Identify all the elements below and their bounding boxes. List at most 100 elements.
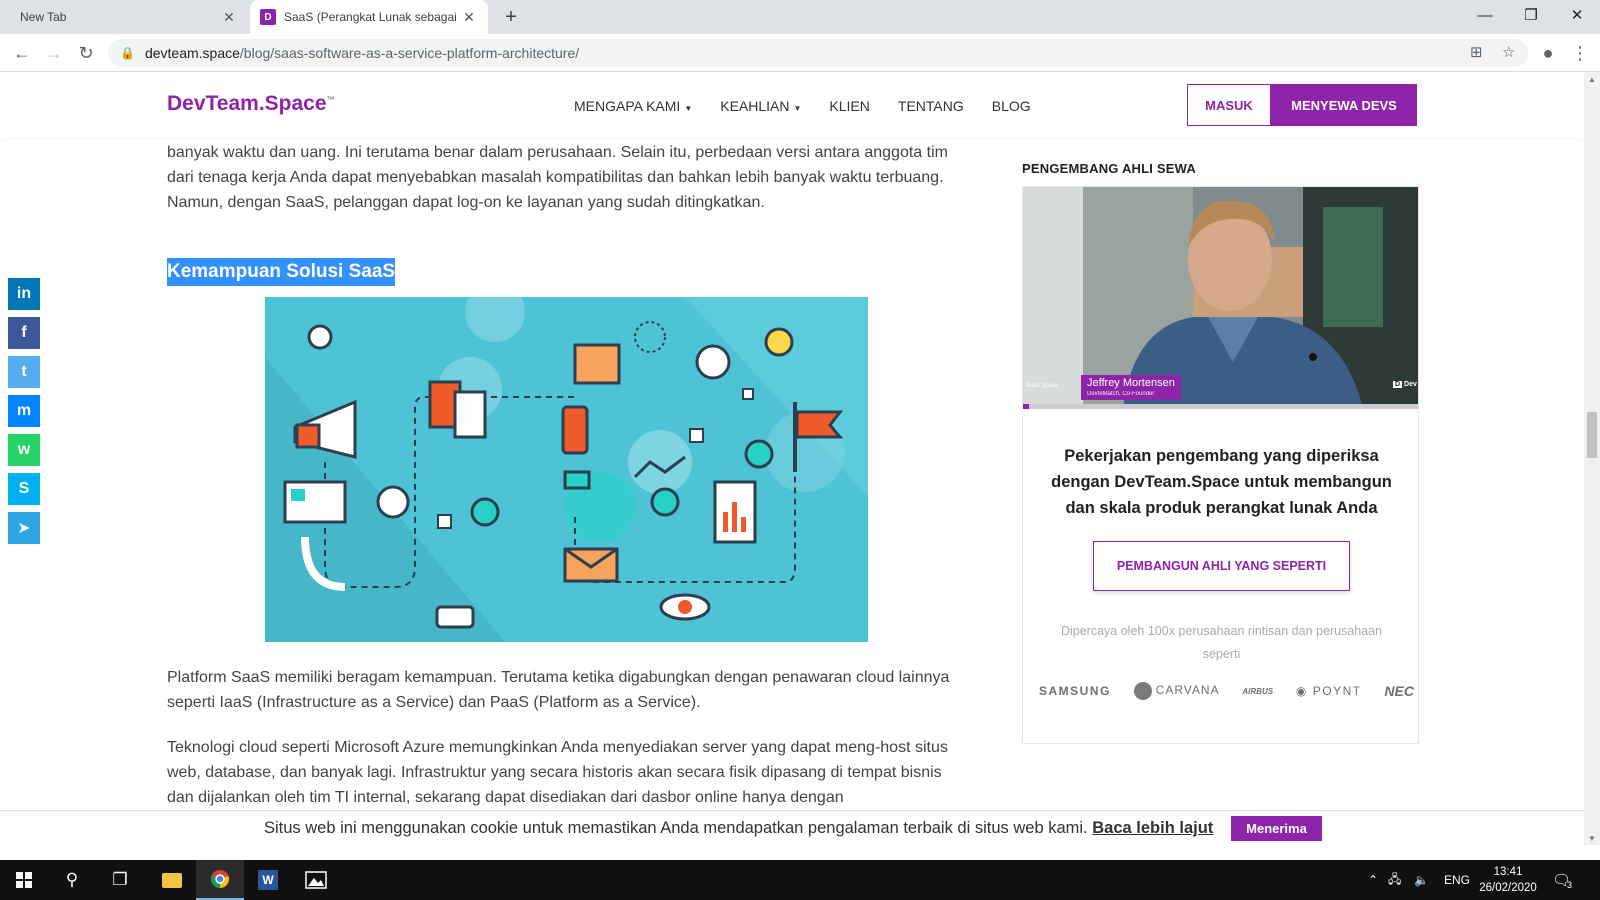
article-paragraph: Teknologi cloud seperti Microsoft Azure … <box>167 739 948 806</box>
logo-trademark: ™ <box>326 95 335 104</box>
bookmark-star-icon[interactable]: ☆ <box>1502 43 1515 61</box>
notifications-icon[interactable]: 🗨 3 <box>1552 860 1572 900</box>
brand-logo-nec: NEC <box>1384 683 1414 699</box>
speaker-name-tag: Jeffrey Mortensen DevteMatch, Co-Founder <box>1081 375 1181 400</box>
back-arrow-icon[interactable]: ← <box>8 39 36 67</box>
page-scrollbar[interactable]: ▲ ▼ <box>1584 72 1600 845</box>
video-brand-text: Dev <box>1404 381 1417 388</box>
main-nav: MENGAPA KAMI ▼ KEAHLIAN ▼ KLIEN TENTANG BL… <box>574 98 1059 114</box>
scroll-up-icon[interactable]: ▲ <box>1584 72 1600 86</box>
scrollbar-thumb[interactable] <box>1587 412 1597 458</box>
notification-count: 3 <box>1567 880 1573 890</box>
task-view-icon[interactable]: ❐ <box>96 860 144 900</box>
translate-icon[interactable]: ⊞ <box>1470 43 1483 61</box>
profile-avatar-icon[interactable]: ● <box>1534 39 1562 67</box>
minimize-icon[interactable]: — <box>1462 0 1508 30</box>
section-heading: Kemampuan Solusi SaaS <box>167 258 396 286</box>
nav-item-tentang[interactable]: TENTANG <box>898 98 964 114</box>
nav-label: BLOG <box>991 98 1031 114</box>
video-progress-bar[interactable] <box>1023 404 1418 409</box>
word-glyph: W <box>258 870 278 890</box>
system-clock[interactable]: 13:41 26/02/2020 <box>1476 864 1540 896</box>
video-brand-left: Team.Space <box>1025 383 1059 389</box>
new-tab-plus-icon[interactable]: + <box>498 4 524 30</box>
tab-title: SaaS (Perangkat Lunak sebagai L <box>284 10 458 24</box>
url-path: /blog/saas-software-as-a-service-platfor… <box>239 45 580 61</box>
page-viewport: DevTeam.Space™ MENGAPA KAMI ▼ KEAHLIAN ▼ K… <box>0 72 1584 845</box>
windows-start-icon[interactable] <box>0 860 48 900</box>
browser-toolbar: ← → ↻ 🔒 devteam.space /blog/saas-softwar… <box>0 34 1600 72</box>
devteam-favicon-icon: D <box>260 9 276 25</box>
video-brand-right: D Dev <box>1393 381 1417 388</box>
hire-devs-button[interactable]: MENYEWA DEVS <box>1271 84 1417 126</box>
cookie-banner: Situs web ini menggunakan cookie untuk m… <box>0 810 1584 845</box>
photos-icon[interactable] <box>292 860 340 900</box>
input-language[interactable]: ENG <box>1444 860 1470 900</box>
lock-icon: 🔒 <box>120 46 135 60</box>
tab-saas-article[interactable]: D SaaS (Perangkat Lunak sebagai L ✕ <box>250 0 488 34</box>
site-logo[interactable]: DevTeam.Space™ <box>167 92 335 116</box>
article-paragraph: banyak waktu dan uang. Ini terutama bena… <box>167 144 948 211</box>
video-brand-mark: D <box>1393 381 1403 388</box>
forward-arrow-icon[interactable]: → <box>40 39 68 67</box>
hire-pitch-text: Pekerjakan pengembang yang diperiksa den… <box>1051 447 1392 517</box>
telegram-icon[interactable]: ➤ <box>8 512 40 544</box>
twitter-icon[interactable]: t <box>8 356 40 388</box>
brand-logo-carvana: CARVANA <box>1133 682 1220 700</box>
chrome-logo-svg <box>210 870 230 888</box>
nav-label: KEAHLIAN <box>720 98 790 114</box>
scroll-down-icon[interactable]: ▼ <box>1584 831 1600 845</box>
brand-name: CARVANA <box>1155 683 1220 698</box>
messenger-icon[interactable]: m <box>8 395 40 427</box>
file-explorer-icon[interactable] <box>148 860 196 900</box>
clock-time: 13:41 <box>1493 866 1523 878</box>
clock-date: 26/02/2020 <box>1479 882 1537 894</box>
logo-text: DevTeam.Space <box>167 92 327 115</box>
carvana-mark-icon <box>1133 682 1152 700</box>
tab-new-tab[interactable]: New Tab ✕ <box>8 0 248 34</box>
nav-label: TENTANG <box>897 98 964 114</box>
nav-item-blog[interactable]: BLOG <box>992 98 1031 114</box>
browser-tab-bar: New Tab ✕ D SaaS (Perangkat Lunak sebaga… <box>0 0 1600 34</box>
cookie-message: Situs web ini menggunakan cookie untuk m… <box>264 819 1213 838</box>
skype-icon[interactable]: S <box>8 473 40 505</box>
site-header: DevTeam.Space™ MENGAPA KAMI ▼ KEAHLIAN ▼ K… <box>0 72 1584 138</box>
speaker-name: Jeffrey Mortensen <box>1087 377 1175 389</box>
accept-cookies-button[interactable]: Menerima <box>1231 816 1322 841</box>
speaker-role: DevteMatch, Co-Founder <box>1087 391 1155 397</box>
nav-item-keahlian[interactable]: KEAHLIAN ▼ <box>720 98 801 114</box>
window-close-icon[interactable]: ✕ <box>1554 0 1600 30</box>
word-icon[interactable]: W <box>244 860 292 900</box>
network-icon[interactable]: 🖧 <box>1388 860 1401 900</box>
read-more-link[interactable]: Baca lebih lajut <box>1092 819 1213 837</box>
caret-down-icon: ▼ <box>793 104 802 113</box>
video-progress-fill <box>1023 404 1029 409</box>
search-icon[interactable]: ⚲ <box>48 860 96 900</box>
nav-item-klien[interactable]: KLIEN <box>829 98 869 114</box>
show-hidden-icons-icon[interactable]: ⌃ <box>1368 860 1378 900</box>
promo-video[interactable]: Jeffrey Mortensen DevteMatch, Co-Founder… <box>1023 187 1418 409</box>
restore-icon[interactable]: ❐ <box>1508 0 1554 30</box>
linkedin-icon[interactable]: in <box>8 278 40 310</box>
volume-icon[interactable]: 🔈 <box>1414 860 1429 900</box>
chrome-icon[interactable] <box>196 860 244 900</box>
close-icon[interactable]: ✕ <box>458 6 480 28</box>
nav-label: MENGAPA KAMI <box>574 98 681 114</box>
browser-menu-icon[interactable]: ⋮ <box>1566 39 1594 67</box>
address-bar[interactable]: 🔒 devteam.space /blog/saas-software-as-a… <box>108 39 1528 67</box>
sidebar-title: PENGEMBANG AHLI SEWA <box>1022 161 1196 176</box>
whatsapp-icon[interactable]: w <box>8 434 40 466</box>
windows-taskbar: ⚲ ❐ W ⌃ 🖧 🔈 ENG 13:41 26/02/2020 🗨 3 <box>0 860 1600 900</box>
login-button[interactable]: MASUK <box>1187 84 1271 126</box>
nav-label: KLIEN <box>829 98 870 114</box>
close-icon[interactable]: ✕ <box>218 6 240 28</box>
nav-item-mengapa-kami[interactable]: MENGAPA KAMI ▼ <box>574 98 692 114</box>
brand-logo-samsung: SAMSUNG <box>1039 684 1111 698</box>
facebook-icon[interactable]: f <box>8 317 40 349</box>
hire-expert-card: Jeffrey Mortensen DevteMatch, Co-Founder… <box>1022 186 1419 744</box>
trusted-by-text: Dipercaya oleh 100x perusahaan rintisan … <box>1060 624 1383 661</box>
client-logos: SAMSUNG CARVANA AIRBUS ◉ POYNT NEC <box>1039 682 1414 700</box>
hire-expert-button[interactable]: PEMBANGUN AHLI YANG SEPERTI <box>1093 541 1350 591</box>
poynt-mark-icon: ◉ <box>1295 684 1308 698</box>
reload-icon[interactable]: ↻ <box>72 39 100 67</box>
